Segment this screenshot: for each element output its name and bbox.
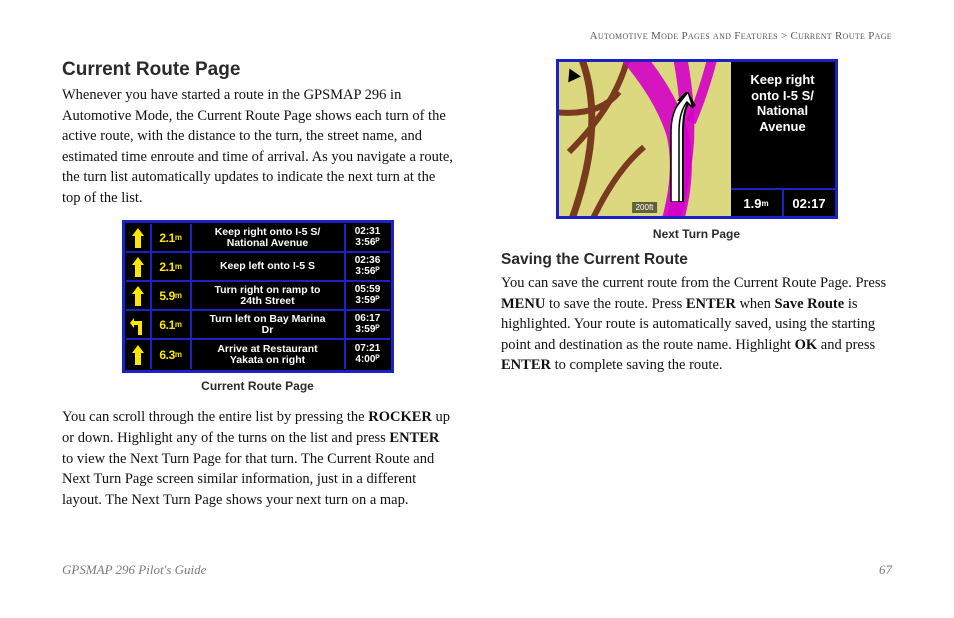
route-row: 6.1mTurn left on Bay MarinaDr06:173:59ᴾ xyxy=(126,311,390,340)
route-distance: 6.3m xyxy=(152,340,192,369)
route-row: 2.1mKeep left onto I-5 S02:363:56ᴾ xyxy=(126,253,390,282)
route-table: 2.1mKeep right onto I-5 S/National Avenu… xyxy=(122,220,394,373)
route-street-name: Keep right onto I-5 S/National Avenue xyxy=(192,224,346,251)
intro-paragraph: Whenever you have started a route in the… xyxy=(62,85,453,208)
figure2-caption: Next Turn Page xyxy=(501,227,892,241)
rocker-key: ROCKER xyxy=(368,409,432,425)
text: You can save the current route from the … xyxy=(501,275,886,291)
enter-key: ENTER xyxy=(686,296,736,312)
route-times: 05:593:59ᴾ xyxy=(346,282,390,309)
left-column: Current Route Page Whenever you have sta… xyxy=(62,59,453,522)
route-street-name: Turn right on ramp to24th Street xyxy=(192,282,346,309)
map-dist-unit: m xyxy=(761,199,768,208)
enter-key: ENTER xyxy=(389,430,439,446)
figure-next-turn: 200ft Keep right onto I-5 S/ National Av… xyxy=(501,59,892,241)
footer-guide-title: GPSMAP 296 Pilot's Guide xyxy=(62,562,206,578)
text: to save the route. Press xyxy=(545,296,686,312)
direction-arrow-icon xyxy=(126,224,152,251)
enter-key-2: ENTER xyxy=(501,357,551,373)
right-column: 200ft Keep right onto I-5 S/ National Av… xyxy=(501,59,892,522)
content-columns: Current Route Page Whenever you have sta… xyxy=(62,59,892,522)
turn-arrow-icon xyxy=(653,92,697,202)
heading-saving-route: Saving the Current Route xyxy=(501,251,892,269)
route-times: 06:173:59ᴾ xyxy=(346,311,390,338)
ok-label: OK xyxy=(795,337,818,353)
text: You can scroll through the entire list b… xyxy=(62,409,368,425)
map-frame: 200ft Keep right onto I-5 S/ National Av… xyxy=(556,59,838,219)
figure-current-route: 2.1mKeep right onto I-5 S/National Avenu… xyxy=(62,220,453,393)
route-distance: 5.9m xyxy=(152,282,192,309)
map-info-panel: Keep right onto I-5 S/ National Avenue 1… xyxy=(731,62,835,216)
map-instruction: Keep right onto I-5 S/ National Avenue xyxy=(731,62,835,190)
saving-paragraph: You can save the current route from the … xyxy=(501,273,892,376)
footer-page-number: 67 xyxy=(879,562,892,578)
route-row: 6.3mArrive at RestaurantYakata on right0… xyxy=(126,340,390,369)
heading-current-route-page: Current Route Page xyxy=(62,59,453,81)
breadcrumb: Automotive Mode Pages and Features > Cur… xyxy=(590,30,892,42)
text: and press xyxy=(817,337,875,353)
route-distance: 2.1m xyxy=(152,224,192,251)
scroll-paragraph: You can scroll through the entire list b… xyxy=(62,407,453,510)
save-route-label: Save Route xyxy=(775,296,845,312)
direction-arrow-icon xyxy=(126,282,152,309)
map-canvas: 200ft xyxy=(559,62,731,216)
map-roads-svg xyxy=(559,62,731,216)
route-times: 07:214:00ᴾ xyxy=(346,340,390,369)
map-distance: 1.9m xyxy=(731,190,784,216)
text: to complete saving the route. xyxy=(551,357,723,373)
route-distance: 2.1m xyxy=(152,253,192,280)
text: when xyxy=(736,296,775,312)
route-row: 5.9mTurn right on ramp to24th Street05:5… xyxy=(126,282,390,311)
direction-arrow-icon xyxy=(126,253,152,280)
text: to view the Next Turn Page for that turn… xyxy=(62,451,434,508)
route-distance: 6.1m xyxy=(152,311,192,338)
map-time: 02:17 xyxy=(784,190,835,216)
route-street-name: Keep left onto I-5 S xyxy=(192,253,346,280)
route-times: 02:363:56ᴾ xyxy=(346,253,390,280)
figure1-caption: Current Route Page xyxy=(62,379,453,393)
route-street-name: Arrive at RestaurantYakata on right xyxy=(192,340,346,369)
map-stats-row: 1.9m 02:17 xyxy=(731,190,835,216)
direction-arrow-icon xyxy=(126,340,152,369)
route-row: 2.1mKeep right onto I-5 S/National Avenu… xyxy=(126,224,390,253)
page-footer: GPSMAP 296 Pilot's Guide 67 xyxy=(62,562,892,578)
map-dist-value: 1.9 xyxy=(743,196,761,211)
map-scale-label: 200ft xyxy=(632,202,658,213)
route-street-name: Turn left on Bay MarinaDr xyxy=(192,311,346,338)
direction-arrow-icon xyxy=(126,311,152,338)
menu-key: MENU xyxy=(501,296,545,312)
route-times: 02:313:56ᴾ xyxy=(346,224,390,251)
